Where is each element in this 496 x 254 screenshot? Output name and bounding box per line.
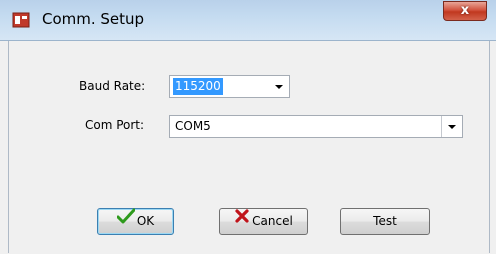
chevron-down-icon[interactable] [441,116,462,137]
app-icon [12,11,30,29]
ok-label: OK [136,214,155,228]
checkmark-icon [116,208,136,233]
chevron-down-icon[interactable] [269,76,289,97]
x-mark-icon [234,208,250,233]
com-port-dropdown[interactable]: COM5 [169,115,463,138]
close-button[interactable]: x [443,1,487,21]
close-icon: x [460,3,470,18]
cancel-button[interactable]: Cancel [219,208,308,235]
com-port-value: COM5 [175,119,211,133]
baud-rate-dropdown[interactable]: 115200 [169,75,290,98]
test-label: Test [373,214,397,228]
baud-rate-value: 115200 [173,78,223,95]
test-button[interactable]: Test [340,208,430,235]
cancel-label: Cancel [252,214,293,228]
dialog-body: Baud Rate: 115200 Com Port: COM5 OK Canc… [8,41,490,253]
window-title: Comm. Setup [42,10,145,28]
ok-button[interactable]: OK [97,208,174,235]
baud-rate-label: Baud Rate: [79,79,146,93]
title-bar[interactable]: Comm. Setup x [0,0,496,41]
com-port-label: Com Port: [85,118,145,132]
